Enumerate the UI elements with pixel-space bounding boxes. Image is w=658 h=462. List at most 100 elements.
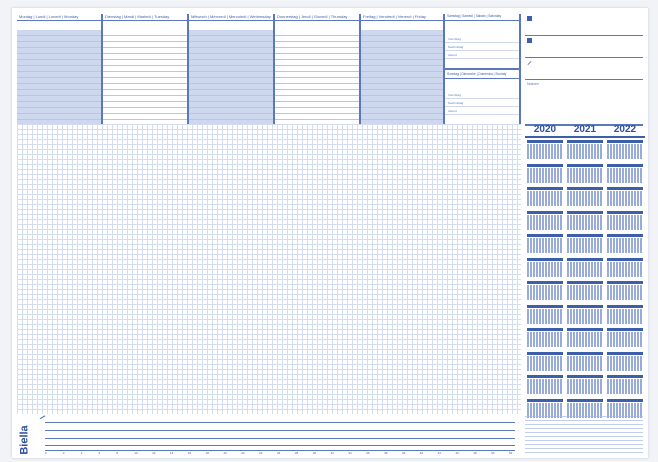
calendar-month <box>607 398 643 418</box>
checkbox-icon <box>527 38 532 43</box>
notes-label: Notizen <box>527 82 539 86</box>
day-title: Donnerstag | Jeudi | Giovedì | Thursday <box>275 14 359 21</box>
writing-line[interactable] <box>45 430 515 431</box>
month-header-bar <box>607 257 643 261</box>
saturday-morning-line[interactable]: Vormittag <box>445 35 519 43</box>
month-header-bar <box>607 375 643 378</box>
day-title: Mittwoch | Mercredi | Mercoledì | Wednes… <box>189 14 273 21</box>
calendar-month <box>567 210 603 230</box>
ruler-number: 16 <box>187 451 192 455</box>
ruler-number: 28 <box>294 451 299 455</box>
sunday-morning-line[interactable]: Vormittag <box>445 91 519 99</box>
month-days <box>567 261 603 277</box>
grid-notes-area[interactable] <box>17 124 521 414</box>
day-column-friday: Freitag | Vendredi | Venerdì | Friday <box>361 14 445 126</box>
month-header-bar <box>527 257 563 261</box>
month-header-bar <box>567 328 603 331</box>
calendar-month <box>567 187 603 206</box>
ruler-number: 34 <box>348 451 352 455</box>
month-header-bar <box>567 304 603 308</box>
ruler-number: 38 <box>384 451 388 455</box>
month-days <box>607 214 643 230</box>
sunday-evening-line[interactable]: Abend <box>445 107 519 115</box>
calendar-month <box>527 328 563 347</box>
three-year-calendar: 2020 2021 2022 <box>525 124 645 422</box>
day-column-tuesday: Dienstag | Mardi | Martedì | Tuesday <box>103 14 189 126</box>
writing-line[interactable] <box>45 445 515 446</box>
month-days <box>567 379 603 394</box>
month-header-bar <box>527 210 563 214</box>
month-header-bar <box>567 398 603 402</box>
saturday-evening-line[interactable]: Abend <box>445 51 519 59</box>
month-days <box>527 332 563 347</box>
month-header-bar <box>607 281 643 284</box>
day-writing-area[interactable] <box>103 30 187 126</box>
ruler-number: 42 <box>419 451 424 455</box>
calendar-year: 2021 <box>565 124 605 138</box>
month-days <box>527 214 563 230</box>
day-column-wednesday: Mittwoch | Mercredi | Mercoledì | Wednes… <box>189 14 275 126</box>
month-days <box>607 308 643 324</box>
ruler-number: 44 <box>437 451 441 455</box>
ruler-number: 4 <box>80 451 83 455</box>
day-title: Freitag | Vendredi | Venerdì | Friday <box>361 14 443 21</box>
month-header-bar <box>607 234 643 237</box>
month-days <box>527 285 563 300</box>
month-header-bar <box>567 281 603 284</box>
writing-line[interactable] <box>45 438 515 439</box>
month-header-bar <box>607 163 643 167</box>
month-header-bar <box>567 210 603 214</box>
note-row[interactable]: Notizen <box>525 80 643 126</box>
day-writing-area[interactable] <box>361 30 443 126</box>
calendar-month <box>607 351 643 371</box>
brand-logo: Biella <box>17 424 33 456</box>
ruler-number: 20 <box>223 451 227 455</box>
month-days <box>607 379 643 394</box>
month-header-bar <box>527 351 563 355</box>
month-header-bar <box>527 187 563 190</box>
note-row[interactable] <box>525 14 643 36</box>
calendar-month <box>607 163 643 183</box>
note-row[interactable] <box>525 36 643 58</box>
ruler-number: 40 <box>401 451 406 455</box>
month-days <box>607 332 643 347</box>
month-days <box>567 308 603 324</box>
writing-line[interactable] <box>45 422 515 423</box>
calendar-month <box>527 140 563 159</box>
calendar-month <box>567 281 603 300</box>
month-header-bar <box>527 398 563 402</box>
day-writing-area[interactable] <box>275 30 359 126</box>
note-row[interactable] <box>525 58 643 80</box>
day-title: Dienstag | Mardi | Martedì | Tuesday <box>103 14 187 21</box>
month-days <box>607 144 643 159</box>
month-header-bar <box>527 281 563 284</box>
month-header-bar <box>607 328 643 331</box>
month-header-bar <box>527 234 563 237</box>
calendar-year: 2022 <box>605 124 645 138</box>
day-writing-area[interactable] <box>189 30 273 126</box>
pencil-icon <box>39 415 46 419</box>
day-writing-area[interactable] <box>17 30 101 126</box>
day-column-thursday: Donnerstag | Jeudi | Giovedì | Thursday <box>275 14 361 126</box>
month-header-bar <box>527 375 563 378</box>
calendar-month <box>607 328 643 347</box>
ruler-number: 52 <box>509 451 513 455</box>
month-header-bar <box>527 163 563 167</box>
month-days <box>607 191 643 206</box>
ruler-number: 6 <box>98 451 101 455</box>
month-header-bar <box>607 304 643 308</box>
calendar-month <box>607 234 643 253</box>
calendar-year: 2020 <box>525 124 565 138</box>
month-days <box>567 332 603 347</box>
month-header-bar <box>567 234 603 237</box>
day-title: Montag | Lundi | Lunedì | Monday <box>17 14 101 21</box>
month-days <box>567 285 603 300</box>
calendar-month <box>567 304 603 324</box>
sunday-afternoon-line[interactable]: Nachmittag <box>445 99 519 107</box>
month-days <box>527 308 563 324</box>
saturday-afternoon-line[interactable]: Nachmittag <box>445 43 519 51</box>
notes-panel: Notizen <box>525 14 643 126</box>
pencil-icon <box>527 61 532 65</box>
month-header-bar <box>607 210 643 214</box>
saturday-block: Samstag | Samedi | Sabato | Saturday Vor… <box>445 14 519 70</box>
